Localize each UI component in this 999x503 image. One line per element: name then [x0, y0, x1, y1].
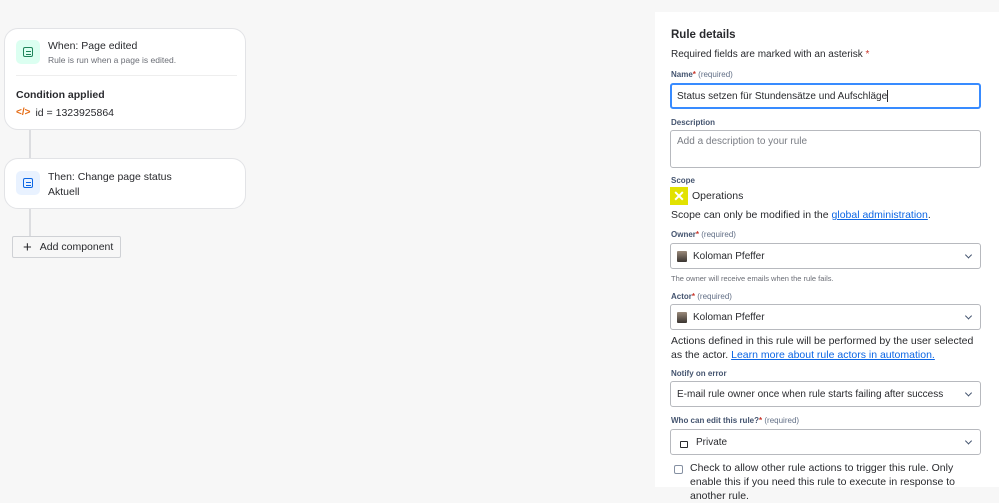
- asterisk: *: [691, 292, 696, 301]
- avatar: [677, 311, 687, 323]
- period: .: [927, 209, 931, 221]
- actor-label: Actor: [671, 292, 692, 301]
- asterisk: *: [759, 416, 763, 425]
- chevron-down-icon: [964, 437, 973, 445]
- trigger-subtitle: Rule is run when a page is edited.: [48, 55, 177, 65]
- panel-title: Rule details: [671, 29, 736, 41]
- owner-value: Koloman Pfeffer: [693, 250, 765, 262]
- scope-note: Scope can only be modified in the: [671, 209, 829, 221]
- asterisk: *: [692, 70, 696, 79]
- lock-icon: [680, 440, 688, 448]
- scope-value: Operations: [692, 190, 744, 202]
- plus-icon: +: [23, 238, 32, 256]
- name-input[interactable]: Status setzen für Stundensätze und Aufsc…: [670, 83, 981, 109]
- name-value: Status setzen für Stundensätze und Aufsc…: [677, 90, 888, 102]
- who-edit-select[interactable]: Private: [670, 429, 981, 455]
- notify-value: E-mail rule owner once when rule starts …: [677, 388, 944, 400]
- required-note: Required fields are marked with an aster…: [671, 49, 863, 60]
- chevron-down-icon: [964, 312, 973, 320]
- code-icon: </>: [16, 107, 31, 118]
- condition-text: id = 1323925864: [35, 107, 115, 119]
- required-hint: (required): [698, 70, 733, 79]
- trigger-title: When: Page edited: [48, 40, 138, 52]
- description-label: Description: [671, 118, 716, 127]
- notify-label: Notify on error: [671, 369, 727, 378]
- required-hint: (required): [697, 292, 732, 301]
- rule-actors-link[interactable]: Learn more about rule actors in automati…: [731, 349, 935, 361]
- notify-select[interactable]: E-mail rule owner once when rule starts …: [670, 381, 981, 407]
- page-icon: [16, 40, 40, 64]
- owner-help: The owner will receive emails when the r…: [671, 274, 834, 283]
- actor-select[interactable]: Koloman Pfeffer: [670, 304, 981, 330]
- action-card[interactable]: Then: Change page status Aktuell: [4, 158, 246, 209]
- page-icon: [16, 171, 40, 195]
- description-placeholder: Add a description to your rule: [677, 136, 808, 147]
- tools-icon: ✕: [670, 187, 688, 205]
- owner-select[interactable]: Koloman Pfeffer: [670, 243, 981, 269]
- chevron-down-icon: [964, 389, 973, 397]
- add-component-button[interactable]: + Add component: [12, 236, 121, 258]
- who-edit-label: Who can edit this rule?: [671, 416, 760, 425]
- asterisk: *: [695, 230, 700, 239]
- scope-label: Scope: [671, 176, 696, 185]
- asterisk: *: [865, 49, 870, 60]
- who-edit-value: Private: [696, 436, 728, 448]
- required-hint: (required): [701, 230, 736, 239]
- description-input[interactable]: Add a description to your rule: [670, 130, 981, 168]
- allow-trigger-label: Check to allow other rule actions to tri…: [690, 462, 956, 502]
- chevron-down-icon: [964, 251, 973, 259]
- rule-details-panel: Rule details Required fields are marked …: [655, 12, 999, 502]
- actor-value: Koloman Pfeffer: [693, 311, 765, 323]
- allow-trigger-checkbox[interactable]: [674, 465, 683, 474]
- condition-heading: Condition applied: [16, 89, 105, 101]
- name-label: Name: [671, 70, 693, 79]
- action-title: Then: Change page status: [48, 171, 172, 183]
- required-hint: (required): [764, 416, 800, 425]
- trigger-card[interactable]: When: Page edited Rule is run when a pag…: [4, 28, 246, 130]
- owner-label: Owner: [671, 230, 696, 239]
- action-value: Aktuell: [48, 186, 80, 198]
- avatar: [677, 250, 687, 262]
- global-administration-link[interactable]: global administration: [832, 209, 928, 221]
